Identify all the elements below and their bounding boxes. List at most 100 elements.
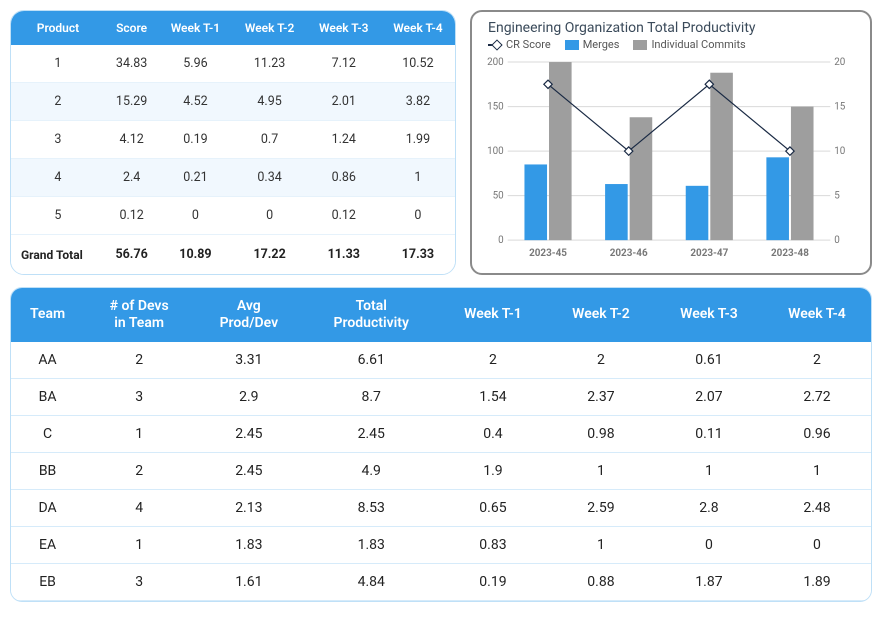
bar-commits (630, 117, 653, 240)
commits-swatch-icon (633, 40, 647, 50)
svg-text:10: 10 (834, 146, 845, 157)
cell: 2.59 (547, 489, 655, 526)
cell: 1.24 (307, 121, 381, 159)
legend-commits: Individual Commits (633, 38, 745, 51)
chart-plot-area: 050100150200051015202023-452023-462023-4… (480, 55, 856, 265)
cell: AA (11, 342, 84, 379)
grand-total-cell: 11.33 (307, 235, 381, 275)
bar-merges (766, 157, 789, 240)
chart-svg: 050100150200051015202023-452023-462023-4… (480, 55, 856, 265)
cell: 0.61 (655, 342, 763, 379)
grand-total-cell: 17.33 (381, 235, 455, 275)
cell: 0.96 (763, 415, 871, 452)
cell: 1.89 (763, 563, 871, 600)
cell: 1 (763, 452, 871, 489)
cell: 2.45 (194, 452, 303, 489)
cell: 1.54 (439, 378, 547, 415)
product-table-body: 134.835.9611.237.1210.52215.294.524.952.… (11, 45, 455, 235)
legend-cr-label: CR Score (506, 38, 551, 51)
svg-text:0: 0 (498, 235, 504, 246)
cell: 0 (655, 526, 763, 563)
cell: 0.21 (158, 159, 232, 197)
bar-commits (549, 62, 572, 240)
product-score-table-card: ProductScoreWeek T-1Week T-2Week T-3Week… (10, 10, 456, 275)
table-row: 215.294.524.952.013.82 (11, 83, 455, 121)
grand-total-label: Grand Total (11, 235, 105, 275)
cell: 1.83 (304, 526, 439, 563)
table-row: DA42.138.530.652.592.82.48 (11, 489, 871, 526)
grand-total-cell: 17.22 (233, 235, 307, 275)
table-row: EB31.614.840.190.881.871.89 (11, 563, 871, 600)
cell: EB (11, 563, 84, 600)
cell: 3 (84, 378, 194, 415)
cell: 2 (84, 342, 194, 379)
bar-merges (605, 184, 628, 240)
cell: 4 (84, 489, 194, 526)
table-row: 34.120.190.71.241.99 (11, 121, 455, 159)
cell: 8.7 (304, 378, 439, 415)
team-col-3: TotalProductivity (304, 288, 439, 342)
product-table-footer-row: Grand Total56.7610.8917.2211.3317.33 (11, 235, 455, 275)
cell: 3.31 (194, 342, 303, 379)
cell: 4.9 (304, 452, 439, 489)
cell: 0 (381, 197, 455, 235)
cell: 3.82 (381, 83, 455, 121)
legend-merges: Merges (565, 38, 620, 51)
cell: 1.99 (381, 121, 455, 159)
team-col-7: Week T-4 (763, 288, 871, 342)
cell: 0.19 (439, 563, 547, 600)
cell: 1 (547, 452, 655, 489)
table-row: 50.12000.120 (11, 197, 455, 235)
product-col-3: Week T-2 (233, 11, 307, 45)
cell: 0.86 (307, 159, 381, 197)
product-score-table: ProductScoreWeek T-1Week T-2Week T-3Week… (11, 11, 455, 274)
cell: 0.88 (547, 563, 655, 600)
cell: 2.9 (194, 378, 303, 415)
cell: 0.7 (233, 121, 307, 159)
cell: 8.53 (304, 489, 439, 526)
cell: 2.48 (763, 489, 871, 526)
svg-text:0: 0 (834, 235, 840, 246)
svg-text:5: 5 (834, 191, 840, 202)
cell: 0.65 (439, 489, 547, 526)
cell: 1 (11, 45, 105, 83)
cell: 2 (11, 83, 105, 121)
svg-text:2023-46: 2023-46 (610, 248, 648, 259)
product-table-header-row: ProductScoreWeek T-1Week T-2Week T-3Week… (11, 11, 455, 45)
bar-commits (791, 107, 814, 241)
cell: 1.83 (194, 526, 303, 563)
table-row: BA32.98.71.542.372.072.72 (11, 378, 871, 415)
cell: 2 (547, 342, 655, 379)
table-row: 134.835.9611.237.1210.52 (11, 45, 455, 83)
cell: 1.61 (194, 563, 303, 600)
cell: 2.01 (307, 83, 381, 121)
cell: 0 (763, 526, 871, 563)
cell: 2 (84, 452, 194, 489)
cell: 5.96 (158, 45, 232, 83)
cell: 2.45 (304, 415, 439, 452)
bar-commits (710, 73, 733, 240)
cell: 4.52 (158, 83, 232, 121)
cell: 10.52 (381, 45, 455, 83)
cell: 1 (655, 452, 763, 489)
cell: 4.95 (233, 83, 307, 121)
cell: 2.8 (655, 489, 763, 526)
productivity-chart-card: Engineering Organization Total Productiv… (470, 10, 872, 275)
team-productivity-table: Team# of Devsin TeamAvgProd/DevTotalProd… (11, 288, 871, 601)
cell: BB (11, 452, 84, 489)
legend-cr-score: CR Score (488, 38, 551, 51)
svg-text:2023-45: 2023-45 (529, 248, 567, 259)
cell: 2.72 (763, 378, 871, 415)
cr-score-line (548, 84, 790, 151)
team-table-header-row: Team# of Devsin TeamAvgProd/DevTotalProd… (11, 288, 871, 342)
cell: 0.11 (655, 415, 763, 452)
table-row: 42.40.210.340.861 (11, 159, 455, 197)
svg-text:200: 200 (487, 57, 504, 68)
team-col-1: # of Devsin Team (84, 288, 194, 342)
svg-text:150: 150 (487, 102, 504, 113)
product-col-1: Score (105, 11, 158, 45)
svg-text:50: 50 (493, 191, 504, 202)
cell: EA (11, 526, 84, 563)
cell: 0.34 (233, 159, 307, 197)
cell: 7.12 (307, 45, 381, 83)
